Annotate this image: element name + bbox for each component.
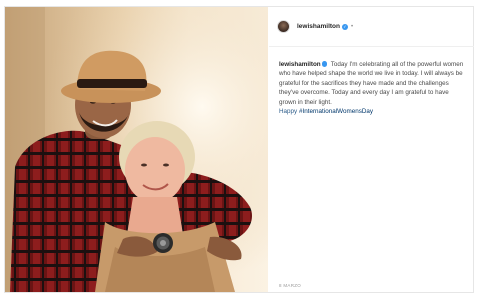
verified-badge-icon: ✓ [341,23,348,30]
post-date: 8 MARZO [279,283,302,288]
separator-dot: • [350,23,354,30]
photo-illustration [5,7,268,292]
verified-badge-icon [321,61,328,67]
avatar[interactable] [277,20,290,33]
caption-hashtag-line: Happy #InternationalWomensDay [279,107,467,116]
hashtag-link[interactable]: #InternationalWomensDay [299,108,373,115]
header-username[interactable]: lewishamilton [297,23,340,30]
post-photo[interactable] [5,7,268,292]
post-header: lewishamilton ✓ • [269,7,474,47]
caption-username[interactable]: lewishamilton [279,61,321,68]
post-caption: lewishamilton Today I'm celebrating all … [279,60,467,116]
instagram-post-frame: lewishamilton ✓ • lewishamilton Today I'… [4,6,474,293]
post-panel: lewishamilton ✓ • lewishamilton Today I'… [269,7,474,292]
caption-happy: Happy [279,108,298,116]
